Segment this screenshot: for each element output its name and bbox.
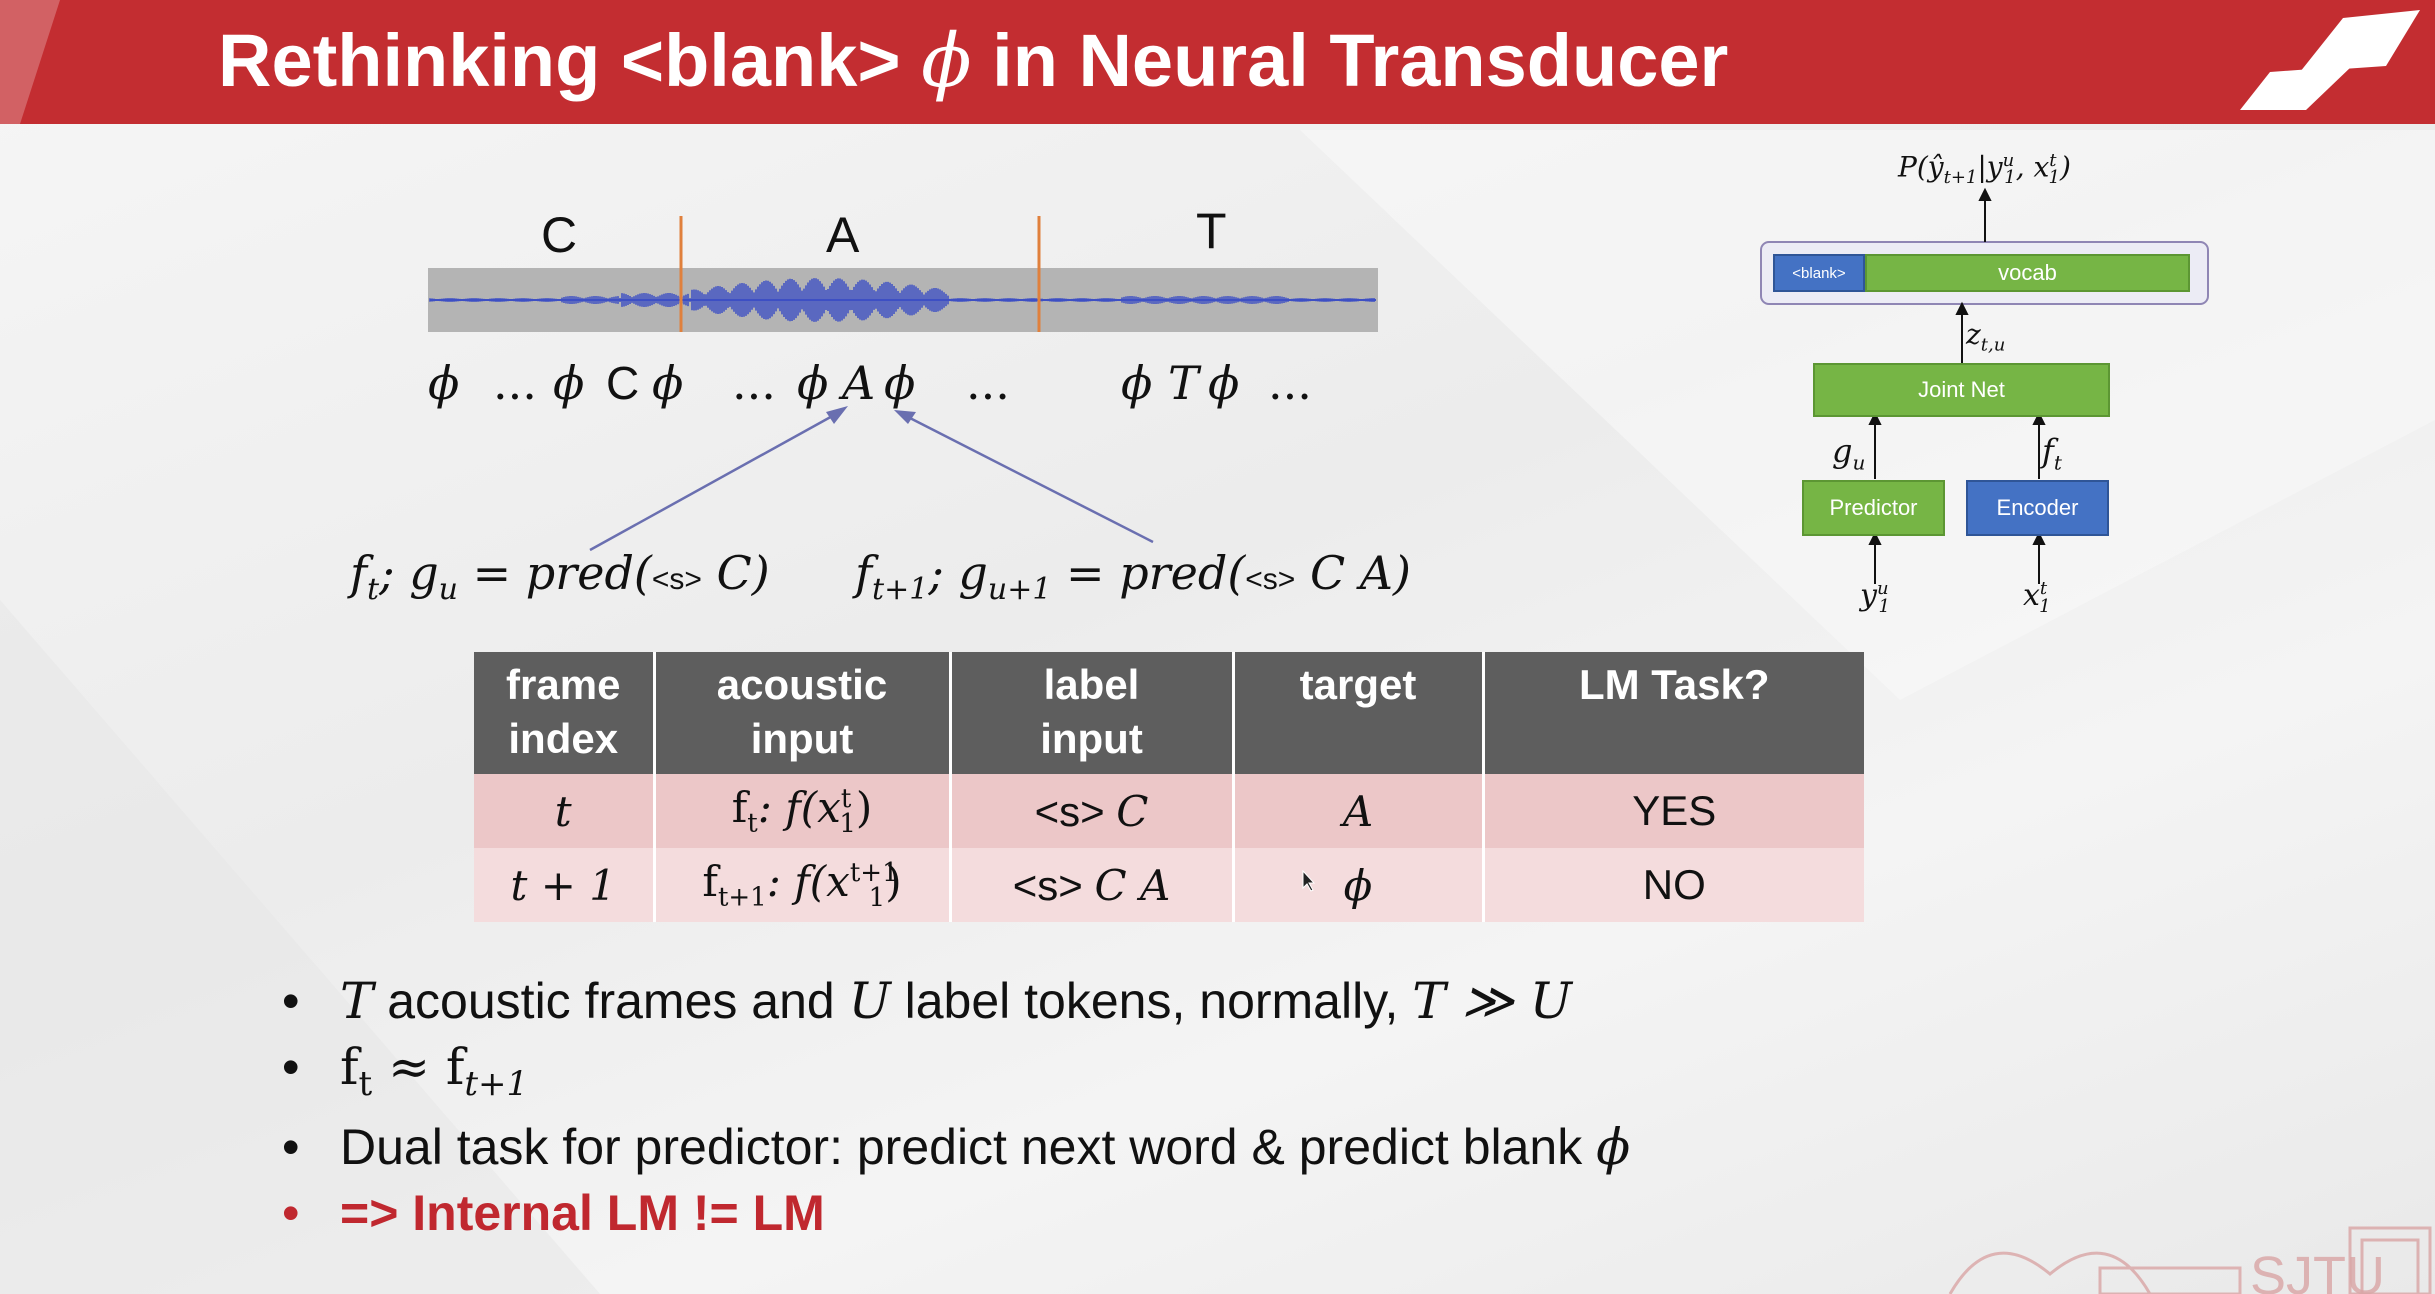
table-row: t + 1 ft+1: f(xt+11) <s> C A ϕ NO bbox=[474, 848, 1864, 922]
cell-acoustic: ft: f(xt1) bbox=[654, 774, 952, 848]
segment-letter-t: T bbox=[1196, 203, 1227, 259]
sequence-token: ϕ bbox=[428, 356, 460, 410]
g-label: gu bbox=[1832, 432, 1866, 475]
table-header-row: frame index acoustic input label input targ… bbox=[474, 652, 1864, 774]
arrow-line-left bbox=[589, 412, 837, 552]
formula-left: ft; gu = pred(<s> C) bbox=[350, 546, 770, 608]
title-phi: ϕ bbox=[921, 18, 972, 104]
sequence-token: ϕ bbox=[652, 356, 684, 410]
bullet-item: • ft ≈ ft+1 bbox=[282, 1038, 529, 1104]
f-label: ft bbox=[2042, 432, 2062, 475]
arrow-line-right bbox=[905, 414, 1154, 544]
sequence-token: ... bbox=[966, 356, 1010, 410]
bullet-item: • Dual task for predictor: predict next w… bbox=[282, 1118, 1631, 1176]
sequence-token: ϕ bbox=[1121, 356, 1153, 410]
joint-net-box: Joint Net bbox=[1813, 363, 2110, 417]
cell-target: A bbox=[1233, 774, 1485, 848]
y-input-label: yu1 bbox=[1860, 578, 1890, 617]
bullet-item-highlight: • => Internal LM != LM bbox=[282, 1185, 825, 1241]
lm-task-table: frame index acoustic input label input targ… bbox=[474, 652, 1864, 922]
sequence-token: A bbox=[842, 356, 876, 410]
cell-target: ϕ bbox=[1233, 848, 1485, 922]
slide: SJTU Rethinking <blank> ϕ in Neural Tran… bbox=[0, 0, 2435, 1294]
sequence-token: T bbox=[1168, 356, 1199, 410]
z-label: zt,u bbox=[1966, 318, 2006, 356]
sequence-token: ... bbox=[493, 356, 537, 410]
cell-lm-task: NO bbox=[1483, 848, 1864, 922]
header-lm-task: LM Task? bbox=[1483, 652, 1864, 774]
sequence-token: ... bbox=[732, 356, 776, 410]
cell-lm-task: YES bbox=[1483, 774, 1864, 848]
header-target: target bbox=[1233, 652, 1485, 774]
encoder-box: Encoder bbox=[1966, 480, 2109, 536]
slide-title: Rethinking <blank> ϕ in Neural Transduce… bbox=[218, 6, 1728, 116]
sequence-token: ϕ bbox=[1208, 356, 1240, 410]
sequence-token: ϕ bbox=[884, 356, 916, 410]
cell-frame: t bbox=[474, 774, 656, 848]
cell-label: <s> C A bbox=[950, 848, 1235, 922]
cell-label: <s> C bbox=[950, 774, 1235, 848]
header-frame-index: frame index bbox=[474, 652, 656, 774]
segment-letter-a: A bbox=[826, 207, 860, 263]
cell-acoustic: ft+1: f(xt+11) bbox=[654, 848, 952, 922]
header-acoustic-input: acoustic input bbox=[654, 652, 952, 774]
title-suffix: in Neural Transducer bbox=[992, 19, 1729, 102]
vocab-output-cell: vocab bbox=[1865, 254, 2190, 292]
title-prefix: Rethinking <blank> bbox=[218, 19, 901, 102]
predictor-box: Predictor bbox=[1802, 480, 1945, 536]
arrow-head-right bbox=[894, 410, 916, 424]
output-probability-label: P(ŷt+1|yu1, xt1) bbox=[1898, 150, 2071, 188]
sequence-token: C bbox=[606, 357, 640, 409]
sequence-token: ϕ bbox=[553, 356, 585, 410]
sequence-token: ϕ bbox=[797, 356, 829, 410]
formula-right: ft+1; gu+1 = pred(<s> C A) bbox=[855, 546, 1411, 608]
cell-frame: t + 1 bbox=[474, 848, 656, 922]
segment-letter-c: C bbox=[541, 207, 578, 263]
x-input-label: xt1 bbox=[2023, 578, 2051, 617]
sjtu-logo-text: SJTU bbox=[2250, 1246, 2385, 1294]
sequence-token: ... bbox=[1268, 356, 1312, 410]
table-row: t ft: f(xt1) <s> C A YES bbox=[474, 774, 1864, 848]
blank-output-cell: <blank> bbox=[1773, 254, 1865, 292]
mouse-cursor-icon bbox=[1302, 870, 1316, 892]
bullet-item: • T acoustic frames and U label tokens, n… bbox=[282, 972, 1572, 1030]
header-label-input: label input bbox=[950, 652, 1235, 774]
